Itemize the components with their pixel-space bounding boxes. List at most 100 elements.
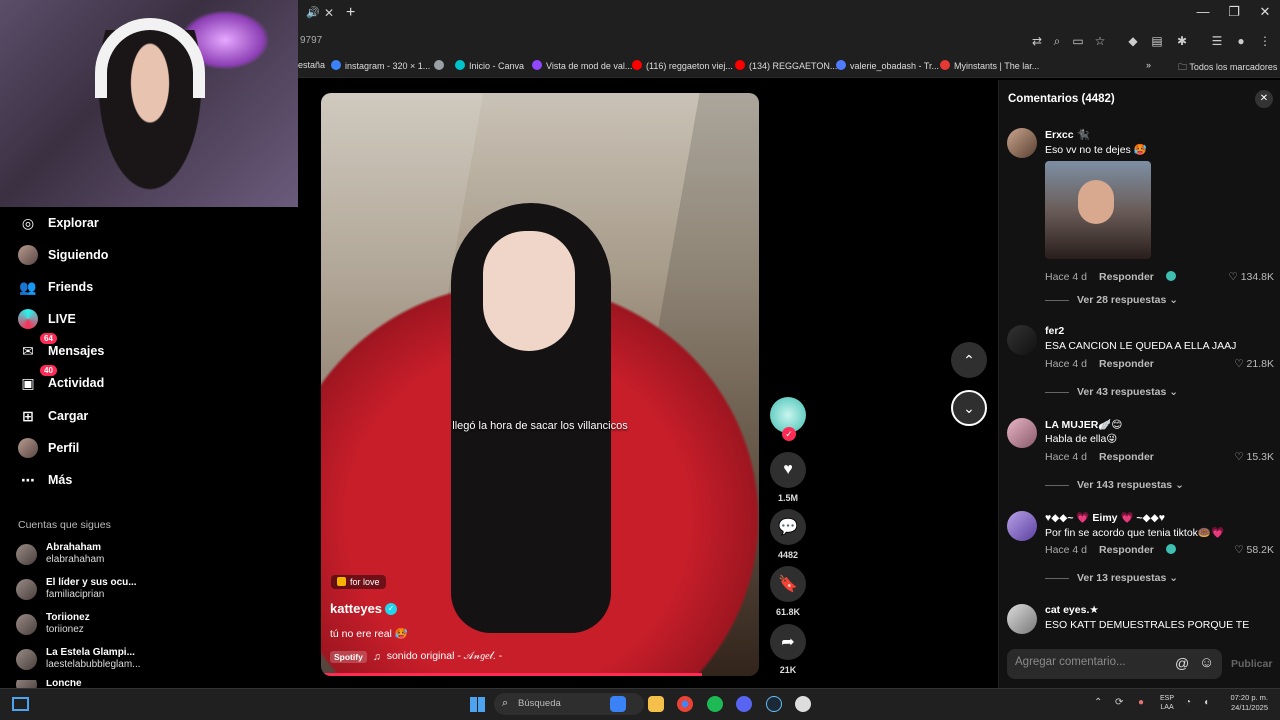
tray-chevron-icon[interactable]: ⌃ [1094,697,1102,708]
reply-button[interactable]: Responder [1099,544,1154,556]
comment-icon[interactable]: 💬 [770,509,806,545]
window-close-icon[interactable]: ✕ [1250,4,1280,20]
wifi-icon[interactable]: ◔ [1185,697,1191,708]
sidebar-item-perfil[interactable]: Perfil [18,436,79,460]
sidebar-item-explorar[interactable]: ◎ Explorar [18,211,99,235]
followed-account[interactable]: La Estela Glampi... laestelabubbleglam... [16,647,141,671]
close-icon[interactable]: ✕ [1255,90,1273,108]
language-indicator[interactable]: ESP LAA [1160,694,1174,712]
save-action[interactable]: 🔖 61.8K [770,566,806,617]
spotify-badge[interactable]: Spotify [330,650,367,663]
comment-username[interactable]: cat eyes.★ [1045,604,1099,616]
zoom-icon[interactable]: ⌕ [1048,34,1066,49]
view-replies-button[interactable]: Ver 13 respuestas ⌄ [1045,572,1178,584]
tray-app-icon[interactable]: ⟳ [1115,697,1123,708]
bookmark-item[interactable]: valerie_obadash - Tr... [836,60,939,71]
bookmark-item[interactable]: (116) reggaeton viej... [632,60,733,71]
comment-like-count[interactable]: ♡ 21.8K [1234,358,1274,370]
new-tab-icon[interactable]: + [346,4,355,22]
bookmark-icon[interactable]: 🔖 [770,566,806,602]
comment-like-count[interactable]: ♡ 15.3K [1234,451,1274,463]
comment-action[interactable]: 💬 4482 [770,509,806,560]
view-replies-button[interactable]: Ver 43 respuestas ⌄ [1045,386,1178,398]
post-button[interactable]: Publicar [1231,658,1272,670]
spotify-icon[interactable] [707,696,723,712]
sidebar-item-cargar[interactable]: ⊞ Cargar [18,404,88,428]
volume-icon[interactable]: ◖ [1203,697,1209,708]
avatar[interactable] [1007,128,1037,158]
bookmark-item[interactable] [434,60,448,71]
mic-icon[interactable]: ● [1138,697,1144,708]
profile-icon[interactable]: ● [1232,34,1250,48]
discord-icon[interactable] [736,696,752,712]
minimize-icon[interactable]: — [1188,4,1218,19]
reading-list-icon[interactable]: ☰ [1208,34,1226,48]
url-text[interactable]: 9797 [300,35,322,46]
tab-audio-icon[interactable]: 🔊 [306,6,320,19]
comment-like-count[interactable]: ♡ 134.8K [1228,271,1274,283]
reply-button[interactable]: Responder [1099,271,1154,283]
file-explorer-icon[interactable] [648,696,664,712]
extension-icon[interactable]: ◆ [1124,34,1142,48]
taskbar-search-placeholder[interactable]: Búsqueda [518,698,561,709]
heart-icon[interactable]: ♥ [770,452,806,488]
followed-account[interactable]: Lonche [16,680,82,688]
video-author[interactable]: katteyes [330,601,382,616]
widgets-icon[interactable] [12,697,29,711]
tab-close-icon[interactable]: ✕ [322,6,336,20]
share-action[interactable]: ➦ 21K [770,624,806,675]
sidebar-item-friends[interactable]: 👥 Friends [18,275,93,299]
view-replies-button[interactable]: Ver 143 respuestas ⌄ [1045,479,1184,491]
bookmarks-overflow-icon[interactable]: » [1146,60,1151,70]
search-highlight-icon[interactable] [610,696,626,712]
bookmark-item[interactable]: (134) REGGAETON... [735,60,837,71]
bookmark-item[interactable]: Myinstants | The lar... [940,60,1039,71]
cast-icon[interactable]: ▭ [1069,34,1087,48]
bookmark-star-icon[interactable]: ☆ [1091,34,1109,48]
mention-icon[interactable]: @ [1175,655,1189,671]
followed-account[interactable]: El líder y sus ocu... familiaciprian [16,577,137,601]
avatar[interactable] [1007,418,1037,448]
video-player[interactable]: llegó la hora de sacar los villancicos f… [321,93,759,676]
chrome-icon[interactable] [677,696,693,712]
video-progress-bar[interactable] [321,673,703,676]
avatar[interactable] [1007,511,1037,541]
menu-icon[interactable]: ⋮ [1256,34,1274,48]
avatar[interactable] [1007,325,1037,355]
bookmark-item[interactable]: Inicio - Canva [455,60,524,71]
sidebar-item-más[interactable]: ⋯ Más [18,468,72,492]
like-action[interactable]: ♥ 1.5M [770,452,806,503]
comment-like-count[interactable]: ♡ 58.2K [1234,544,1274,556]
bookmark-item[interactable]: estaña [298,60,325,70]
app-icon[interactable] [795,696,811,712]
bookmark-item[interactable]: Vista de mod de val... [532,60,632,71]
steam-icon[interactable] [766,696,782,712]
translate-icon[interactable]: ⇄ [1028,34,1046,48]
bookmark-item[interactable]: instagram - 320 × 1... [331,60,430,71]
sidebar-item-live[interactable]: LIVE [18,307,76,331]
comment-username[interactable]: LA MUJER🪽😊 [1045,418,1122,431]
followed-account[interactable]: Toriionez toriionez [16,612,90,636]
sidebar-item-siguiendo[interactable]: Siguiendo [18,243,108,267]
comment-username[interactable]: Erxcc 🐈‍⬛ [1045,128,1090,141]
extension-icon[interactable]: ▤ [1148,34,1166,48]
reply-button[interactable]: Responder [1099,451,1154,463]
comment-input-placeholder[interactable]: Agregar comentario... [1015,656,1126,668]
maximize-icon[interactable]: ❐ [1219,4,1249,20]
chevron-down-icon[interactable]: ⌄ [951,390,987,426]
reply-button[interactable]: Responder [1099,358,1154,370]
emoji-icon[interactable]: ☺ [1199,654,1214,671]
avatar[interactable] [1007,604,1037,634]
followed-account[interactable]: Abrahaham elabrahaham [16,542,104,566]
video-tag[interactable]: for love [331,575,386,589]
view-replies-button[interactable]: Ver 28 respuestas ⌄ [1045,294,1178,306]
puzzle-icon[interactable]: ✱ [1173,34,1191,48]
chevron-up-icon[interactable]: ⌃ [951,342,987,378]
windows-start-icon[interactable] [470,697,485,712]
video-music[interactable]: Spotify ♫ sonido original - 𝒜𝓃𝑔𝑒𝓁. - [330,650,502,663]
comment-username[interactable]: ♥◆◆~ 💗 Eimy 💗 ~◆◆♥ [1045,511,1165,524]
follow-check-icon[interactable]: ✓ [782,427,796,441]
share-icon[interactable]: ➦ [770,624,806,660]
sidebar-item-mensajes[interactable]: ✉ 64 Mensajes [18,333,104,363]
all-bookmarks-folder[interactable]: 🗀 Todos los marcadores [1178,60,1277,76]
